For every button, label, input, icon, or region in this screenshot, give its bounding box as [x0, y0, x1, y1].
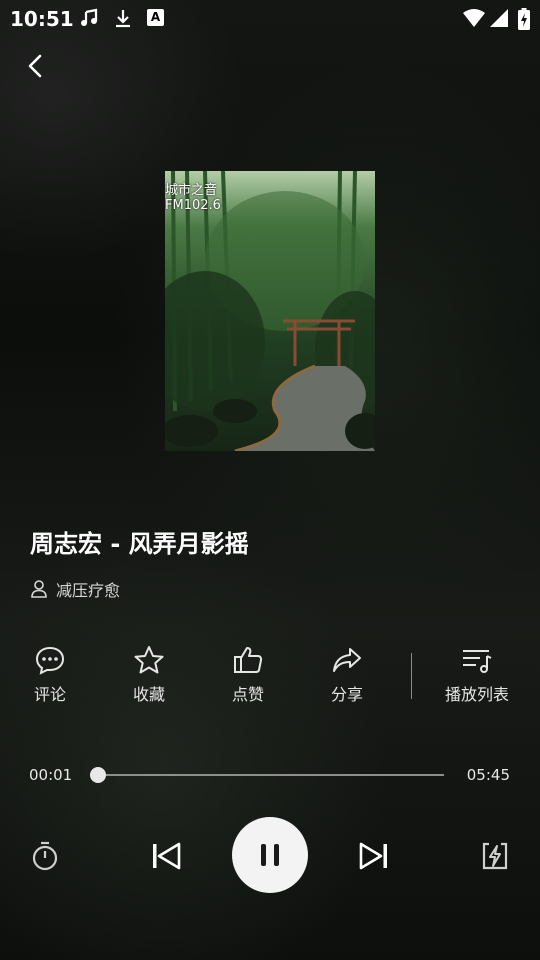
progress-handle[interactable]: [90, 767, 107, 783]
playlist-label: 播放列表: [444, 685, 509, 704]
thumbs-up-icon: [234, 647, 263, 673]
pause-icon: [261, 844, 279, 866]
timer-icon: [32, 841, 58, 871]
comment-label: 评论: [33, 685, 66, 704]
favorite-label: 收藏: [132, 685, 165, 704]
share-label: 分享: [330, 685, 363, 704]
album-art-overlay: 城市之音 FM102.6: [165, 183, 221, 213]
total-time: 05:45: [466, 766, 510, 784]
playlist-button[interactable]: 播放列表: [426, 645, 528, 705]
previous-button[interactable]: [150, 840, 182, 876]
favorite-button[interactable]: 收藏: [104, 645, 194, 705]
current-time: 00:01: [29, 766, 73, 784]
skip-next-icon: [359, 842, 387, 870]
station-name: 城市之音: [165, 183, 218, 198]
music-note-icon: [80, 8, 100, 32]
app-badge-icon: A: [147, 9, 164, 26]
battery-charging-icon: [518, 8, 530, 34]
share-button[interactable]: 分享: [302, 645, 392, 705]
like-label: 点赞: [231, 685, 264, 704]
comment-icon: [35, 646, 65, 675]
status-bar: 10:51 A: [0, 0, 540, 36]
wifi-icon: [462, 8, 486, 32]
like-button[interactable]: 点赞: [203, 645, 293, 705]
mode-button[interactable]: [479, 840, 511, 876]
bamboo-path-image: [165, 171, 375, 451]
back-arrow-icon: [28, 54, 42, 78]
back-button[interactable]: [20, 50, 52, 82]
user-icon: [31, 580, 47, 598]
playlist-icon: [463, 650, 492, 673]
artist-name: 减压疗愈: [56, 581, 121, 600]
progress-slider[interactable]: [90, 767, 444, 783]
pause-button[interactable]: [232, 817, 308, 893]
station-frequency: FM102.6: [165, 198, 221, 213]
status-time: 10:51: [10, 7, 74, 31]
power-mode-icon: [482, 842, 508, 870]
song-title: 周志宏 - 风弄月影摇: [30, 530, 249, 558]
sleep-timer-button[interactable]: [30, 840, 60, 876]
comment-button[interactable]: 评论: [5, 645, 95, 705]
next-button[interactable]: [358, 840, 390, 876]
signal-icon: [489, 8, 509, 32]
download-icon: [113, 8, 133, 32]
skip-previous-icon: [153, 842, 181, 870]
artist-row[interactable]: 减压疗愈: [30, 578, 120, 600]
star-icon: [134, 646, 164, 674]
share-icon: [333, 648, 361, 672]
album-art: 城市之音 FM102.6: [165, 171, 375, 451]
action-divider: [411, 653, 412, 699]
